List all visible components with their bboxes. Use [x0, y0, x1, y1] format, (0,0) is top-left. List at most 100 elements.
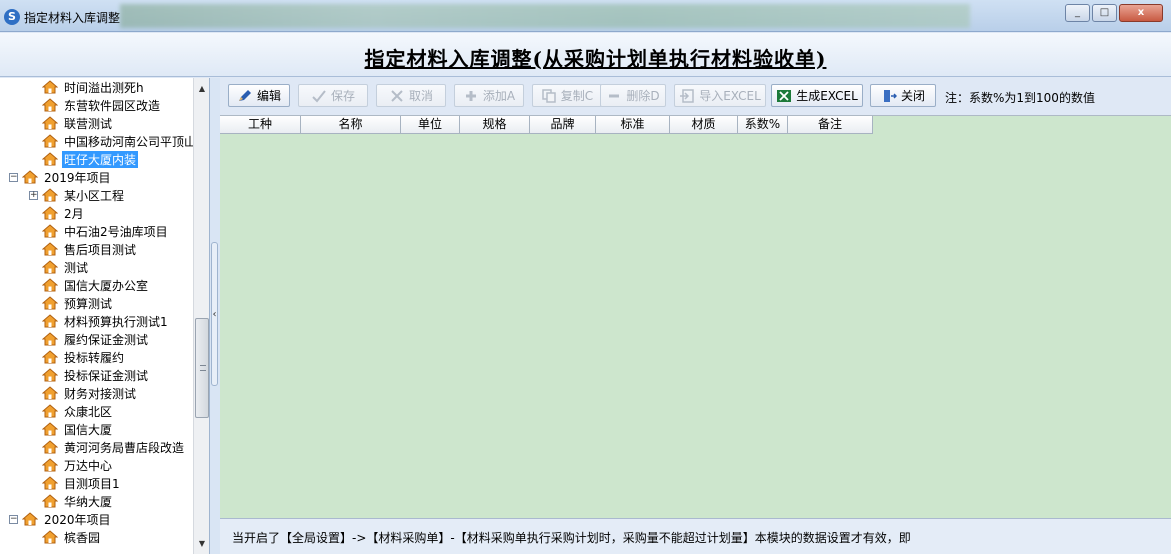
delete-button[interactable]: 删除D — [600, 84, 666, 107]
tree-item-label: 预算测试 — [64, 296, 113, 311]
house-icon — [41, 530, 59, 544]
tree-item-label: 材料预算执行测试1 — [64, 314, 168, 329]
panel-splitter[interactable]: ‹ — [210, 78, 220, 554]
plus-icon — [465, 90, 476, 101]
tree-item[interactable]: 万达中心 — [41, 456, 114, 474]
column-header[interactable]: 材质 — [670, 116, 738, 134]
column-header[interactable]: 规格 — [460, 116, 530, 134]
page-header: 指定材料入库调整(从采购计划单执行材料验收单) — [0, 33, 1171, 77]
tree-item[interactable]: 槟香园 — [41, 528, 102, 546]
tree-item[interactable]: 财务对接测试 — [41, 384, 138, 402]
copy-button[interactable]: 复制C — [532, 84, 602, 107]
tree-item[interactable]: 国信大厦办公室 — [41, 276, 150, 294]
column-header[interactable]: 标准 — [596, 116, 670, 134]
data-grid[interactable]: 工种 名称 单位 规格 品牌 标准 材质 系数% 备注 — [220, 115, 1171, 518]
tree-item-label: 黄河河务局曹店段改造 — [64, 440, 185, 455]
house-icon — [41, 494, 59, 508]
column-header[interactable]: 系数% — [738, 116, 788, 134]
import-excel-button[interactable]: 导入EXCEL — [674, 84, 766, 107]
tree-item[interactable]: 投标保证金测试 — [41, 366, 150, 384]
export-excel-button[interactable]: 生成EXCEL — [771, 84, 863, 107]
column-header[interactable]: 工种 — [220, 116, 301, 134]
toolbar: 编辑 保存 取消 添加A 复制C 删除D 导入EXCEL 生成EXCEL 关闭 … — [220, 82, 1171, 110]
column-header[interactable]: 名称 — [301, 116, 401, 134]
tree-item[interactable]: 售后项目测试 — [41, 240, 138, 258]
cancel-label: 取消 — [408, 89, 433, 103]
house-icon — [41, 404, 59, 418]
house-icon — [41, 206, 59, 220]
tree-item-label: 测试 — [64, 260, 89, 275]
excel-icon — [777, 89, 792, 102]
save-button[interactable]: 保存 — [298, 84, 368, 107]
tree-item[interactable]: 众康北区 — [41, 402, 114, 420]
collapse-handle-icon[interactable]: ‹ — [211, 242, 218, 386]
tree-item[interactable]: 材料预算执行测试1 — [41, 312, 170, 330]
house-icon — [41, 296, 59, 310]
tree-item-label: 财务对接测试 — [64, 386, 137, 401]
collapse-icon[interactable]: − — [9, 172, 18, 182]
pencil-icon — [238, 89, 251, 101]
tree-item[interactable]: 国信大厦 — [41, 420, 114, 438]
maximize-button[interactable]: □ — [1092, 4, 1117, 22]
tree-item[interactable]: + 某小区工程 — [29, 186, 126, 204]
close-button[interactable]: 关闭 — [870, 84, 936, 107]
column-header[interactable]: 单位 — [401, 116, 460, 134]
scrollbar-thumb[interactable] — [195, 318, 209, 418]
tree-item[interactable]: − 2020年项目 — [9, 510, 113, 528]
tree-item-label: 某小区工程 — [64, 188, 125, 203]
page-title: 指定材料入库调整(从采购计划单执行材料验收单) — [364, 47, 827, 71]
house-icon — [41, 422, 59, 436]
tree-item[interactable]: 测试 — [41, 258, 90, 276]
house-icon — [21, 170, 39, 184]
copy-label: 复制C — [560, 89, 594, 103]
house-icon — [41, 134, 59, 148]
tree-item-label: 2020年项目 — [44, 512, 111, 527]
tree-item[interactable]: − 2019年项目 — [9, 168, 113, 186]
house-icon — [41, 332, 59, 346]
tree-item[interactable]: 时间溢出测死h — [41, 78, 146, 96]
tree-item-label: 联营测试 — [64, 116, 113, 131]
title-bar: S 指定材料入库调整 _ □ x — [0, 0, 1171, 32]
tree-item[interactable]: 联营测试 — [41, 114, 114, 132]
cancel-icon — [391, 89, 403, 102]
minus-icon — [609, 94, 620, 97]
tree-item[interactable]: 投标转履约 — [41, 348, 126, 366]
close-window-button[interactable]: x — [1119, 4, 1163, 22]
tree-item[interactable]: 中国移动河南公司平顶山 — [41, 132, 198, 150]
grip-icon — [200, 365, 206, 371]
tree-item-label: 华纳大厦 — [64, 494, 113, 509]
house-icon — [41, 152, 59, 166]
tree-item[interactable]: 中石油2号油库项目 — [41, 222, 170, 240]
tree-item[interactable]: 预算测试 — [41, 294, 114, 312]
expand-icon[interactable]: + — [29, 190, 38, 200]
column-header[interactable]: 备注 — [788, 116, 873, 134]
collapse-icon[interactable]: − — [9, 514, 18, 524]
edit-button[interactable]: 编辑 — [228, 84, 290, 107]
tree-item[interactable]: 东营软件园区改造 — [41, 96, 162, 114]
scroll-down-icon[interactable]: ▼ — [194, 535, 209, 552]
obscured-titlebar-area — [120, 4, 970, 28]
column-header[interactable]: 品牌 — [530, 116, 596, 134]
house-icon — [41, 188, 59, 202]
house-icon — [41, 458, 59, 472]
tree-item[interactable]: 黄河河务局曹店段改造 — [41, 438, 186, 456]
tree-item-label: 东营软件园区改造 — [64, 98, 161, 113]
window-title: 指定材料入库调整 — [24, 11, 121, 25]
tree-item[interactable]: 目测项目1 — [41, 474, 122, 492]
status-bar: 当开启了【全局设置】->【材料采购单】-【材料采购单执行采购计划时，采购量不能超… — [220, 518, 1171, 554]
tree-item[interactable]: 旺仔大厦内装 — [41, 150, 139, 168]
add-button[interactable]: 添加A — [454, 84, 524, 107]
add-label: 添加A — [482, 89, 516, 103]
import-icon — [680, 88, 694, 103]
tree-item[interactable]: 履约保证金测试 — [41, 330, 150, 348]
tree-item-label: 投标转履约 — [64, 350, 125, 365]
tree-scrollbar[interactable]: ▲ ▼ — [193, 78, 209, 554]
export-excel-label: 生成EXCEL — [796, 89, 858, 103]
tree-item-label: 目测项目1 — [64, 476, 120, 491]
tree-item[interactable]: 华纳大厦 — [41, 492, 114, 510]
cancel-button[interactable]: 取消 — [376, 84, 446, 107]
minimize-button[interactable]: _ — [1065, 4, 1090, 22]
tree-item-label: 履约保证金测试 — [64, 332, 149, 347]
scroll-up-icon[interactable]: ▲ — [194, 80, 209, 97]
tree-item[interactable]: 2月 — [41, 204, 86, 222]
